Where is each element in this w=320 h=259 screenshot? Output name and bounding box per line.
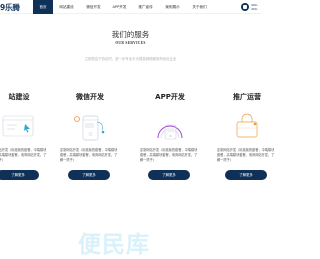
website-build-icon <box>2 115 34 137</box>
card-description: 定制网站开发（标准版的套餐，中端模块套餐，高端模块套餐，电商网站开发，了解一揽子… <box>0 148 47 162</box>
contact-phone-2: 400- <box>251 7 258 11</box>
app-dev-icon <box>157 124 183 140</box>
learn-more-button[interactable]: 了解更多 <box>0 170 39 180</box>
service-card-marketing: 推广运营 定制网站开发（标准版的套餐，中端模块套餐，高端模块套餐，电商网站开发，… <box>212 92 282 187</box>
marketing-icon <box>236 113 258 138</box>
nav-item-cases[interactable]: 案例展示 <box>159 0 186 14</box>
card-title: 微信开发 <box>76 93 104 101</box>
top-navigation-bar: 9乐腾 首页 网站建设 微信开发 APP开发 推广宣传 案例展示 关于我们 40… <box>0 0 261 14</box>
card-description: 定制网站开发（标准版的套餐，中端模块套餐，高端模块套餐，电商网站开发，了解一揽子… <box>60 148 118 162</box>
logo[interactable]: 9乐腾 <box>0 2 20 12</box>
phone-icon <box>241 3 249 11</box>
nav-item-app-dev[interactable]: APP开发 <box>107 0 132 14</box>
watermark-text: 便民库 <box>78 232 150 258</box>
contact-numbers: 400- 400- <box>251 3 258 11</box>
nav-item-home[interactable]: 首页 <box>33 0 53 14</box>
card-title: 推广运营 <box>233 93 261 101</box>
nav-item-wechat-dev[interactable]: 微信开发 <box>80 0 107 14</box>
learn-more-button[interactable]: 了解更多 <box>148 170 190 180</box>
nav-item-about[interactable]: 关于我们 <box>186 0 213 14</box>
nav-item-promotion[interactable]: 推广宣传 <box>132 0 159 14</box>
section-description: 立即您应于协议时，进一步专业中为提高网络服务商优化企业 <box>84 57 177 61</box>
service-card-website: 站建设 定制网站开发（标准版的套餐，中端模块套餐，高端模块套餐，电商网站开发，了… <box>0 92 54 187</box>
learn-more-button[interactable]: 了解更多 <box>225 170 267 180</box>
learn-more-button[interactable]: 了解更多 <box>68 170 110 180</box>
section-title: 我们的服务 <box>111 30 150 39</box>
logo-text: 9乐腾 <box>0 2 20 12</box>
card-description: 定制网站开发（标准版的套餐，中端模块套餐，高端模块套餐，电商网站开发，了解一揽子… <box>140 148 198 162</box>
service-card-app: APP开发 定制网站开发（标准版的套餐，中端模块套餐，高端模块套餐，电商网站开发… <box>135 92 205 187</box>
section-subtitle: OUR SERVICES <box>115 41 146 45</box>
service-card-wechat: 微信开发 定制网站开发（标准版的套餐，中端模块套餐，高端模块套餐，电商网站开发，… <box>55 92 125 187</box>
card-description: 定制网站开发（标准版的套餐，中端模块套餐，高端模块套餐，电商网站开发，了解一揽子… <box>217 148 275 162</box>
nav-item-website-build[interactable]: 网站建设 <box>53 0 80 14</box>
wechat-dev-icon <box>74 115 105 141</box>
card-title: 站建设 <box>8 93 30 101</box>
main-nav: 首页 网站建设 微信开发 APP开发 推广宣传 案例展示 关于我们 <box>33 0 213 14</box>
card-title: APP开发 <box>155 93 185 101</box>
